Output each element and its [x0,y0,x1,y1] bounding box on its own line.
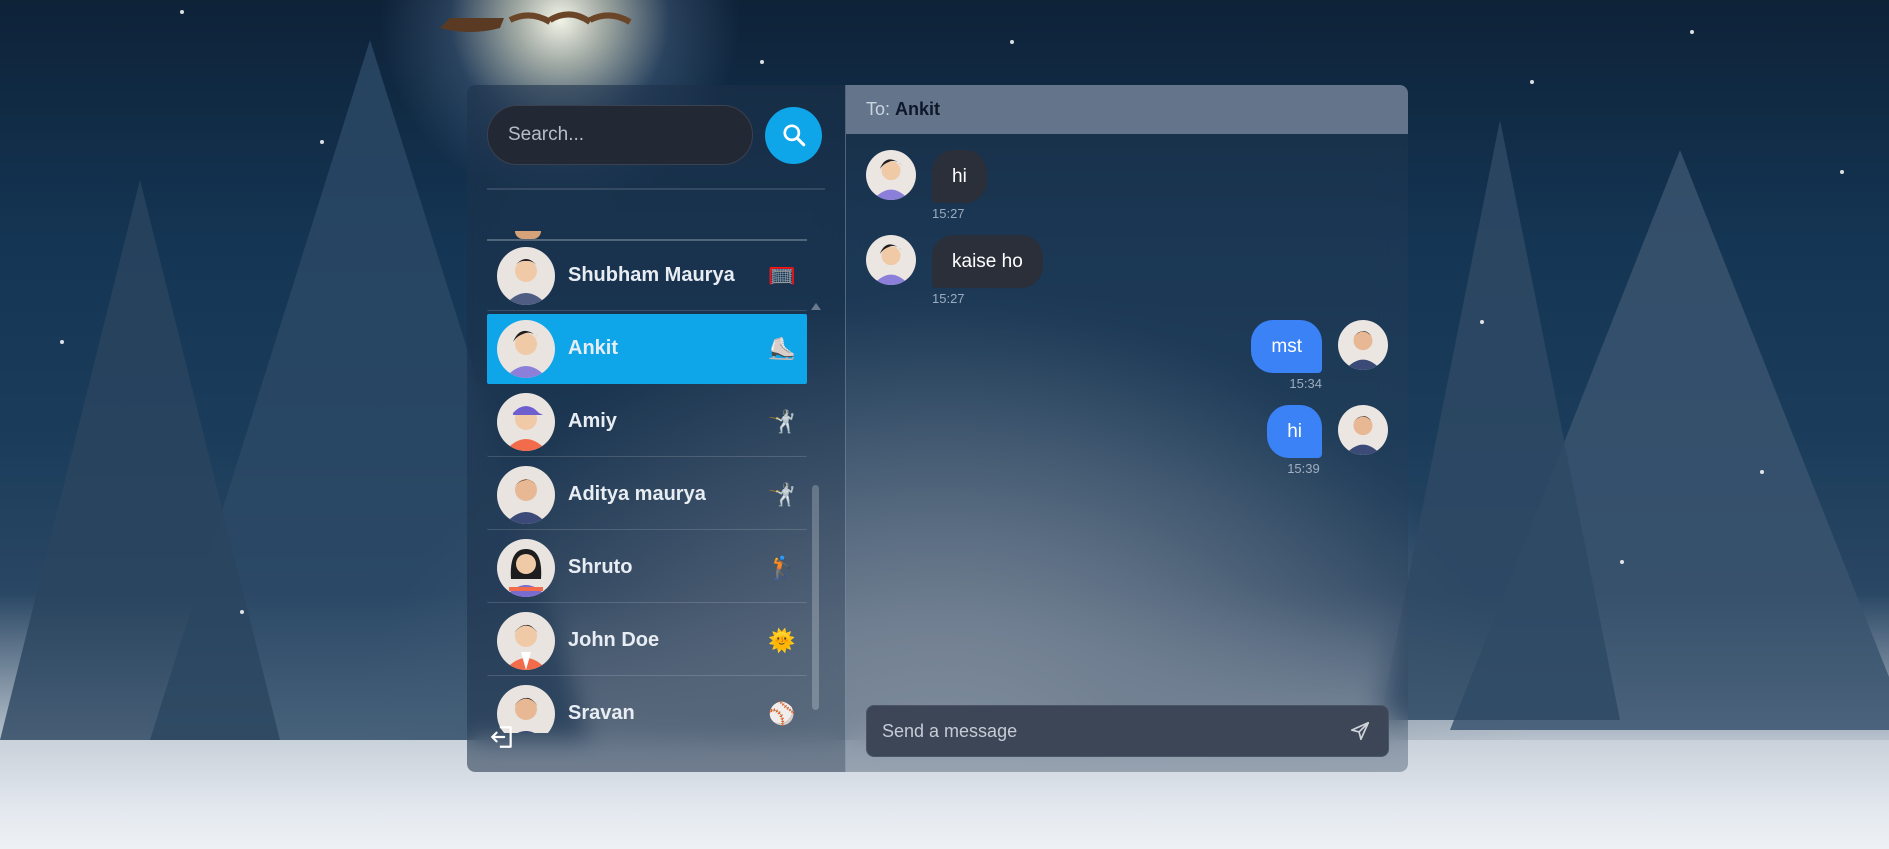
contact-name: Ankit [568,337,618,359]
avatar [497,465,555,524]
chat-panel: To: Ankit hi 15:27 kaise ho 15:27 mst 15… [846,85,1408,772]
contact-status-emoji: 🥅 [768,262,796,288]
send-icon [1350,721,1370,741]
snowflake [760,60,764,64]
snowflake [1840,170,1844,174]
search-bar [487,105,822,165]
scrollbar-thumb[interactable] [812,485,819,710]
avatar [1338,320,1388,370]
avatar [866,235,916,285]
background-tree [1380,120,1620,720]
sidebar: Shubham Maurya 🥅 Ankit ⛸️ Amiy 🤺 [467,85,846,772]
contact-name: Amiy [568,410,617,432]
contact-item[interactable]: Shruto 🏌️ [487,533,807,603]
avatar [1338,405,1388,455]
contact-item[interactable]: Shubham Maurya 🥅 [487,241,807,311]
snowflake [1010,40,1014,44]
recipient-name: Ankit [895,99,941,119]
message-time: 15:39 [1287,461,1320,476]
contact-status-emoji: 🏌️ [768,554,796,580]
search-button[interactable] [765,106,822,164]
search-icon [782,124,805,147]
message-time: 15:27 [932,291,965,306]
contact-item-active[interactable]: Ankit ⛸️ [487,314,807,384]
snowflake [60,340,64,344]
contact-item[interactable]: John Doe 🌞 [487,606,807,676]
avatar [497,246,555,305]
contact-name: Aditya maurya [568,483,706,505]
contact-item[interactable]: Aditya maurya 🤺 [487,460,807,530]
message-time: 15:34 [1289,376,1322,391]
contact-name: John Doe [568,629,660,651]
chat-app: Shubham Maurya 🥅 Ankit ⛸️ Amiy 🤺 [467,85,1408,772]
background-tree [0,180,280,740]
avatar [866,150,916,200]
send-button[interactable] [1345,716,1375,746]
contact-status-emoji: 🌞 [768,627,796,653]
sleigh-silhouette [440,11,632,32]
contact-item[interactable]: Amiy 🤺 [487,387,807,457]
contact-item-partial[interactable] [487,213,807,241]
snowflake [1620,560,1624,564]
message-bubble: mst [1251,320,1322,373]
logout-button[interactable] [487,722,517,752]
snowflake [180,10,184,14]
logout-icon [491,726,512,748]
contact-list: Shubham Maurya 🥅 Ankit ⛸️ Amiy 🤺 Aditya … [487,213,807,733]
avatar [497,319,555,378]
contact-status-emoji: 🤺 [768,408,796,434]
message-incoming: kaise ho 15:27 [866,235,1043,306]
contact-status-emoji: ⛸️ [768,335,796,361]
avatar [497,392,555,451]
snowflake [240,610,244,614]
avatar [497,538,555,597]
contact-list-scrollbar[interactable] [809,213,821,772]
message-outgoing: mst 15:34 [1251,320,1388,391]
contact-status-emoji: 🤺 [768,481,796,507]
contact-item[interactable]: Sravan ⚾ [487,679,807,733]
message-incoming: hi 15:27 [866,150,987,221]
to-label: To: [866,99,891,119]
snowflake [320,140,324,144]
sidebar-divider [487,188,825,190]
snowflake [1480,320,1484,324]
snowflake [1760,470,1764,474]
snowflake [1690,30,1694,34]
message-input[interactable] [880,719,1345,743]
message-time: 15:27 [932,206,965,221]
message-bubble: hi [1267,405,1322,458]
scroll-up-arrow-icon[interactable] [811,303,821,310]
message-bubble: kaise ho [932,235,1043,288]
search-input[interactable] [487,105,753,165]
avatar [497,611,555,670]
contact-status-emoji: ⚾ [768,700,796,726]
message-bubble: hi [932,150,987,203]
message-list: hi 15:27 kaise ho 15:27 mst 15:34 hi 15:… [846,134,1408,674]
message-composer [866,705,1389,757]
contact-name: Sravan [568,702,635,724]
message-outgoing: hi 15:39 [1267,405,1388,476]
chat-header: To: Ankit [846,85,1408,134]
snowflake [1530,80,1534,84]
contact-name: Shubham Maurya [568,264,735,286]
avatar [515,231,541,239]
contact-name: Shruto [568,556,633,578]
